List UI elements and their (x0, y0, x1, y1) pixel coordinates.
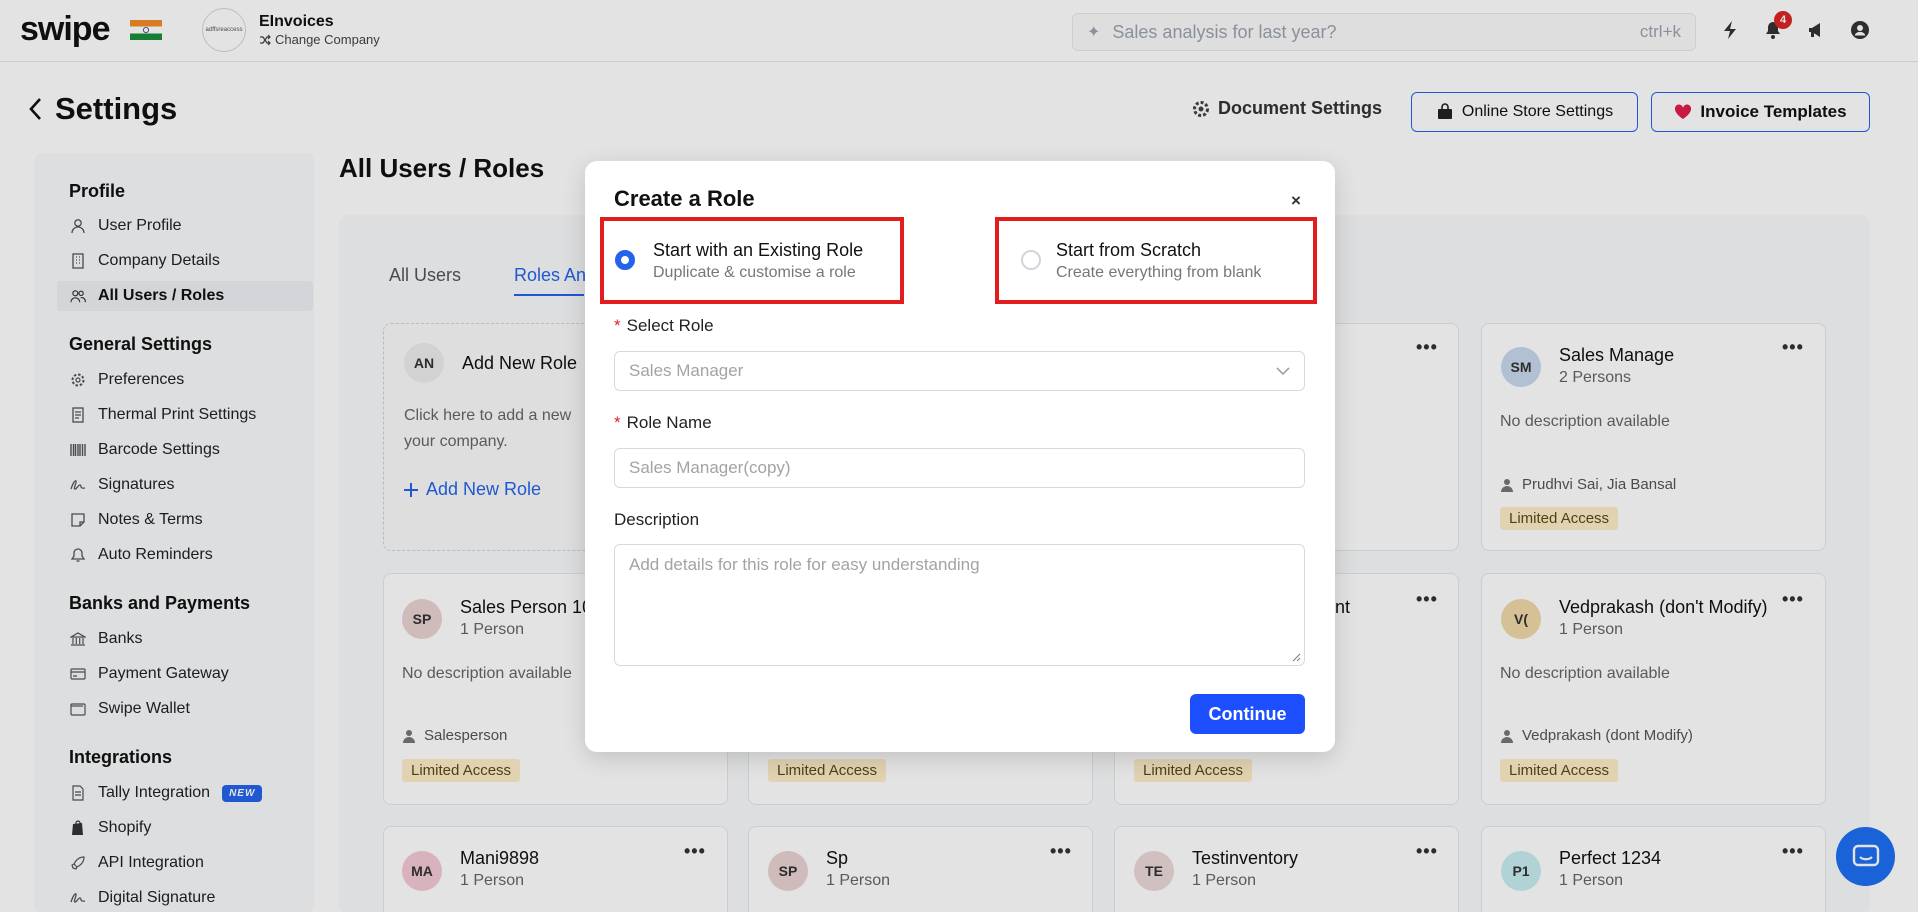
resize-handle-icon[interactable] (1292, 653, 1301, 662)
role-name-input[interactable]: Sales Manager(copy) (614, 448, 1305, 488)
modal-title: Create a Role (614, 186, 755, 211)
radio-from-scratch[interactable] (1021, 250, 1041, 270)
close-icon[interactable]: × (1291, 191, 1301, 211)
option-scratch-title: Start from Scratch (1056, 240, 1202, 260)
continue-button[interactable]: Continue (1190, 694, 1305, 734)
select-role-label-text: Select Role (626, 316, 714, 335)
option-scratch-subtitle: Create everything from blank (1056, 264, 1262, 281)
option-existing-subtitle: Duplicate & customise a role (653, 264, 856, 281)
create-role-modal: Create a Role × Start with an Existing R… (585, 161, 1335, 752)
radio-existing-role[interactable] (615, 250, 635, 270)
select-role-dropdown[interactable]: Sales Manager (614, 351, 1305, 391)
select-role-label: * Select Role (614, 316, 714, 335)
option-existing-title: Start with an Existing Role (653, 240, 864, 260)
description-label: Description (614, 510, 700, 529)
option-existing-role[interactable]: Start with an Existing Role Duplicate & … (600, 217, 904, 304)
settings-page: swipe adffsreaccess EInvoices Change Com… (0, 0, 1918, 912)
description-textarea[interactable]: Add details for this role for easy under… (614, 544, 1305, 666)
description-placeholder: Add details for this role for easy under… (629, 555, 980, 574)
option-from-scratch[interactable]: Start from Scratch Create everything fro… (995, 217, 1317, 304)
role-name-placeholder: Sales Manager(copy) (629, 458, 791, 477)
role-name-label: * Role Name (614, 413, 712, 432)
chevron-down-icon (1276, 366, 1290, 375)
select-role-value: Sales Manager (629, 361, 744, 380)
role-name-label-text: Role Name (626, 413, 712, 432)
